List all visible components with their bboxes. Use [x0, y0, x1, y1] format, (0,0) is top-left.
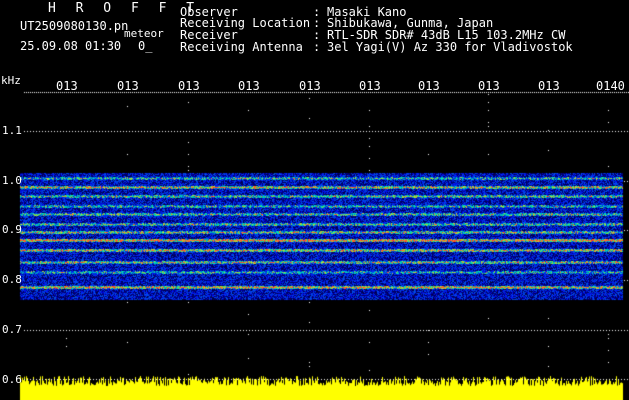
x-tick-label: 0140	[596, 79, 625, 93]
y-tick-label: 0.9	[2, 223, 22, 236]
x-tick-label: 013	[178, 79, 200, 93]
y-tick-label: 0.6	[2, 373, 22, 386]
x-tick-label: 013	[56, 79, 78, 93]
spectrogram-canvas	[0, 0, 629, 400]
x-tick-label: 013	[299, 79, 321, 93]
timestamp: 25.09.08 01:30	[20, 39, 122, 53]
marker-label: 0_	[138, 39, 153, 53]
y-tick-label: 1.0	[2, 174, 22, 187]
app-brand: H R O F F T	[48, 1, 201, 16]
x-tick-label: 013	[117, 79, 139, 93]
x-tick-label: 013	[418, 79, 440, 93]
header-value-antenna: 3el Yagi(V) Az 330 for Vladivostok	[327, 40, 573, 54]
header-sep-antenna: :	[313, 40, 321, 54]
x-tick-label: 013	[478, 79, 500, 93]
header-label-antenna: Receiving Antenna	[180, 40, 303, 54]
x-tick-label: 013	[238, 79, 260, 93]
file-type-label: meteor	[124, 27, 164, 40]
y-tick-label: 1.1	[2, 124, 22, 137]
y-tick-label: 0.7	[2, 323, 22, 336]
x-tick-label: 013	[359, 79, 381, 93]
file-name: UT2509080130.pn	[20, 19, 129, 33]
y-tick-label: 0.8	[2, 273, 22, 286]
y-axis-unit: kHz	[1, 74, 21, 87]
x-tick-label: 013	[538, 79, 560, 93]
